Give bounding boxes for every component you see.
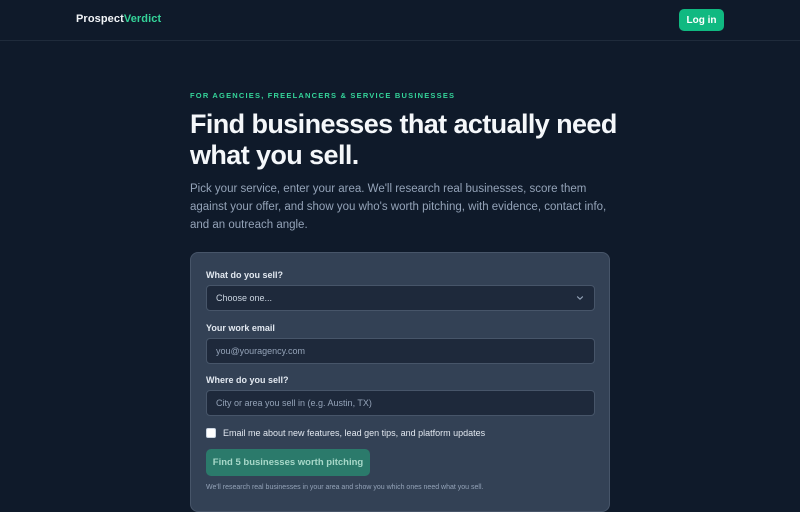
- form-footnote: We'll research real businesses in your a…: [206, 484, 484, 491]
- updates-opt-in: Email me about new features, lead gen ti…: [206, 427, 485, 439]
- brand-name-part2: Verdict: [123, 13, 162, 25]
- hero-subtext: Pick your service, enter your area. We'l…: [190, 183, 607, 231]
- brand-logo[interactable]: ProspectVerdict: [76, 13, 161, 25]
- email-field[interactable]: [216, 346, 585, 356]
- email-field-wrapper: [206, 338, 595, 364]
- hero-headline: Find businesses that actually need what …: [190, 109, 617, 170]
- top-navigation-bar: ProspectVerdict Log in: [0, 0, 800, 41]
- login-button[interactable]: Log in: [679, 9, 724, 31]
- hero-eyebrow: FOR AGENCIES, FREELANCERS & SERVICE BUSI…: [190, 91, 456, 100]
- email-label: Your work email: [206, 323, 275, 333]
- service-select-value: Choose one...: [216, 293, 273, 303]
- area-input[interactable]: [216, 398, 585, 408]
- updates-checkbox[interactable]: [206, 428, 216, 438]
- find-businesses-button[interactable]: Find 5 businesses worth pitching: [206, 449, 370, 476]
- area-field-wrapper: [206, 390, 595, 416]
- updates-checkbox-label[interactable]: Email me about new features, lead gen ti…: [223, 428, 485, 438]
- service-select[interactable]: Choose one...: [206, 285, 595, 311]
- chevron-down-icon: [576, 296, 584, 300]
- brand-name-part1: Prospect: [76, 13, 124, 25]
- prospect-form-card: What do you sell? Choose one... Your wor…: [190, 252, 610, 512]
- service-label: What do you sell?: [206, 270, 284, 280]
- area-label: Where do you sell?: [206, 375, 289, 385]
